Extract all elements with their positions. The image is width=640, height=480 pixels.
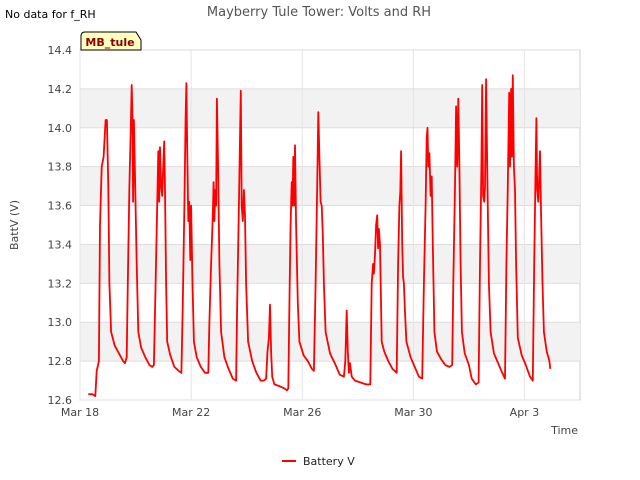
y-tick-label: 13.2	[48, 277, 73, 290]
chart: Mayberry Tule Tower: Volts and RH 12.612…	[8, 5, 581, 468]
x-axis-label: Time	[550, 424, 578, 437]
chart-title: Mayberry Tule Tower: Volts and RH	[207, 5, 431, 20]
y-tick-label: 14.4	[48, 44, 73, 57]
x-tick-label: Apr 3	[510, 406, 540, 419]
legend: Battery V	[282, 455, 355, 468]
x-tick-label: Mar 22	[172, 406, 210, 419]
plot-band	[80, 88, 580, 128]
x-tick-labels: Mar 18 Mar 22 Mar 26 Mar 30 Apr 3	[61, 406, 539, 419]
y-axis-label: BattV (V)	[8, 200, 21, 250]
y-tick-label: 13.4	[48, 238, 73, 251]
y-tick-label: 14.0	[48, 122, 73, 135]
y-tick-label: 14.2	[48, 83, 73, 96]
x-tick-label: Mar 30	[394, 406, 432, 419]
x-tick-label: Mar 18	[61, 406, 99, 419]
y-tick-label: 13.0	[48, 316, 73, 329]
station-tag: MB_tule	[80, 31, 142, 51]
plot-band	[80, 166, 580, 206]
y-tick-labels: 12.612.813.013.213.413.613.814.014.214.4	[48, 44, 73, 407]
station-tag-label: MB_tule	[85, 36, 134, 49]
legend-label: Battery V	[303, 455, 355, 468]
x-tick-label: Mar 26	[283, 406, 321, 419]
y-tick-label: 13.6	[48, 200, 73, 213]
y-tick-label: 12.8	[48, 355, 73, 368]
y-tick-label: 13.8	[48, 161, 73, 174]
